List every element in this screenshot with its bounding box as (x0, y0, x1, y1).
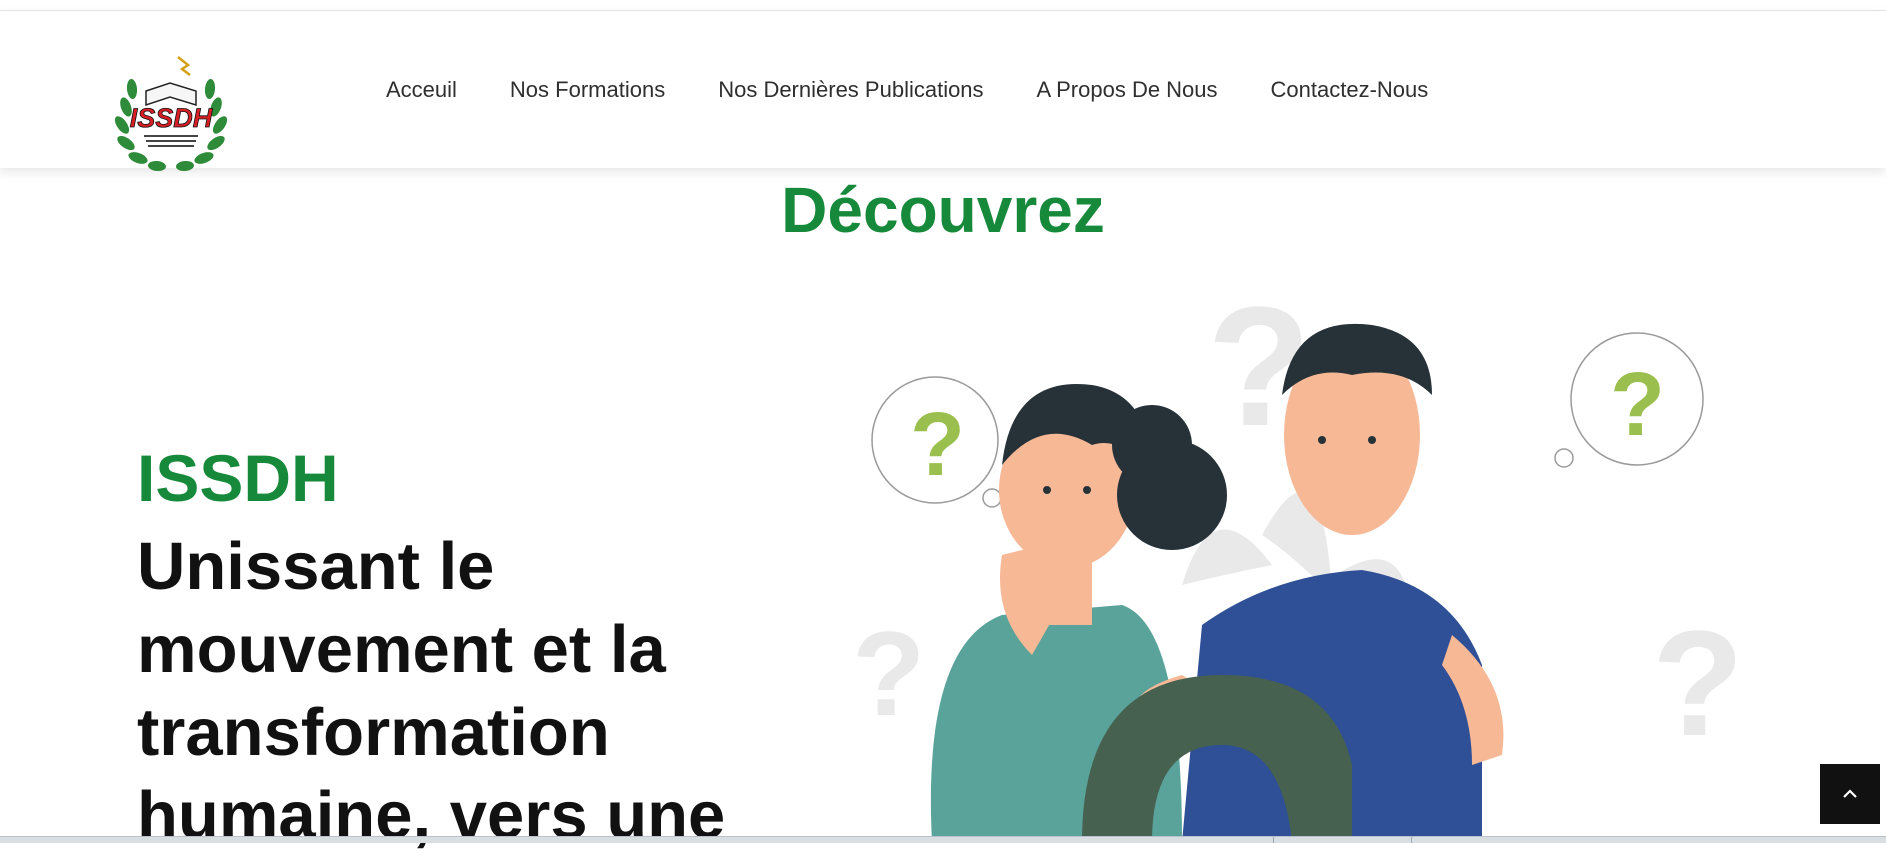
nav-link-formations[interactable]: Nos Formations (510, 77, 665, 103)
two-people-thinking-illustration: ? ? ? ? ? (852, 285, 1744, 842)
chevron-up-icon (1843, 789, 1857, 798)
svg-text:?: ? (1610, 355, 1665, 455)
hero-tagline: Unissant le mouvement et la transformati… (137, 529, 726, 853)
svg-text:?: ? (1652, 599, 1744, 767)
main-nav: Acceuil Nos Formations Nos Dernières Pub… (386, 77, 1481, 103)
section-title: Découvrez (781, 174, 1105, 246)
issdh-logo[interactable]: ISSDH (112, 47, 230, 173)
hero-brand: ISSDH (137, 441, 339, 515)
site-header: ISSDH Acceuil Nos Formations Nos Dernièr… (0, 11, 1886, 172)
nav-link-contact[interactable]: Contactez-Nous (1271, 77, 1429, 103)
svg-text:?: ? (910, 395, 965, 495)
svg-text:ISSDH: ISSDH (130, 103, 213, 133)
svg-text:?: ? (852, 607, 925, 741)
nav-link-publications[interactable]: Nos Dernières Publications (718, 77, 983, 103)
nav-link-acceuil[interactable]: Acceuil (386, 77, 457, 103)
back-to-top-button[interactable] (1820, 764, 1880, 824)
nav-link-a-propos[interactable]: A Propos De Nous (1037, 77, 1218, 103)
